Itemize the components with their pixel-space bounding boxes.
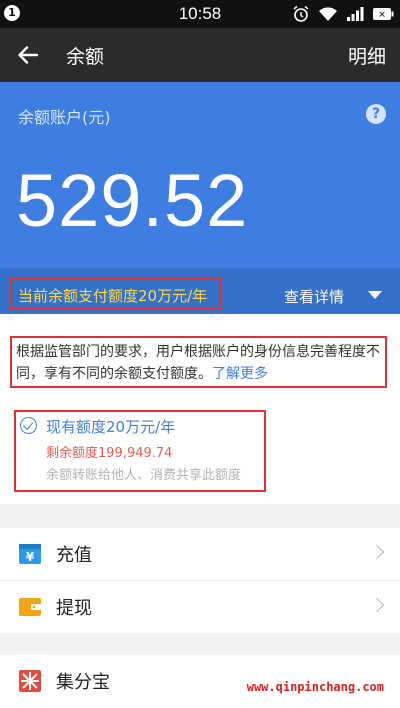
wifi-icon bbox=[319, 7, 337, 21]
svg-text:¥: ¥ bbox=[26, 550, 35, 564]
jifenbao-icon bbox=[19, 670, 41, 692]
alarm-icon bbox=[293, 5, 309, 22]
notice-text: 根据监管部门的要求，用户根据账户的身份信息完善程度不同，享有不同的余额支付额度。… bbox=[16, 341, 386, 385]
detail-button[interactable]: 明细 bbox=[348, 42, 386, 69]
quota-panel: 根据监管部门的要求，用户根据账户的身份信息完善程度不同，享有不同的余额支付额度。… bbox=[0, 314, 400, 504]
remaining-quota: 剩余额度199,949.74 bbox=[46, 446, 173, 461]
status-bar: 1 10:58 ✕ bbox=[0, 0, 400, 28]
learn-more-link[interactable]: 了解更多 bbox=[212, 366, 268, 382]
help-icon[interactable]: ? bbox=[366, 104, 386, 124]
battery-icon: ✕ bbox=[373, 8, 394, 21]
notice-body: 根据监管部门的要求，用户根据账户的身份信息完善程度不同，享有不同的余额支付额度。 bbox=[16, 344, 380, 382]
recharge-icon: ¥ bbox=[19, 544, 41, 564]
chevron-right-icon bbox=[369, 544, 385, 560]
watermark-text: www.qinpinchang.com bbox=[246, 680, 384, 694]
wallet-icon bbox=[19, 598, 41, 616]
back-arrow-icon[interactable] bbox=[16, 43, 40, 67]
menu-item-label: 集分宝 bbox=[56, 672, 110, 693]
menu-item-label: 充值 bbox=[56, 545, 92, 566]
menu-item-withdraw[interactable]: 提现 bbox=[0, 581, 400, 633]
menu-item-recharge[interactable]: ¥ 充值 bbox=[0, 528, 400, 580]
balance-label: 余额账户(元) bbox=[18, 108, 111, 127]
chevron-right-icon bbox=[369, 597, 385, 613]
app-bar: 余额 明细 bbox=[0, 28, 400, 82]
view-detail-button[interactable]: 查看详情 bbox=[284, 286, 344, 307]
quota-note: 余额转账给他人、消费共享此额度 bbox=[46, 468, 242, 483]
svg-text:✕: ✕ bbox=[378, 11, 386, 21]
page-title: 余额 bbox=[66, 46, 105, 68]
balance-card: 余额账户(元) ? 529.52 当前余额支付额度20万元/年 查看详情 bbox=[0, 82, 400, 314]
signal-icon bbox=[347, 7, 364, 21]
check-circle-icon bbox=[20, 417, 37, 434]
quota-title: 现有额度20万元/年 bbox=[46, 418, 176, 436]
payment-limit-text: 当前余额支付额度20万元/年 bbox=[18, 287, 208, 305]
balance-amount: 529.52 bbox=[16, 159, 249, 242]
caret-down-icon[interactable] bbox=[368, 291, 382, 299]
menu-item-label: 提现 bbox=[56, 598, 92, 619]
menu-group-funds: ¥ 充值 提现 bbox=[0, 528, 400, 633]
status-icons: ✕ bbox=[292, 5, 394, 23]
